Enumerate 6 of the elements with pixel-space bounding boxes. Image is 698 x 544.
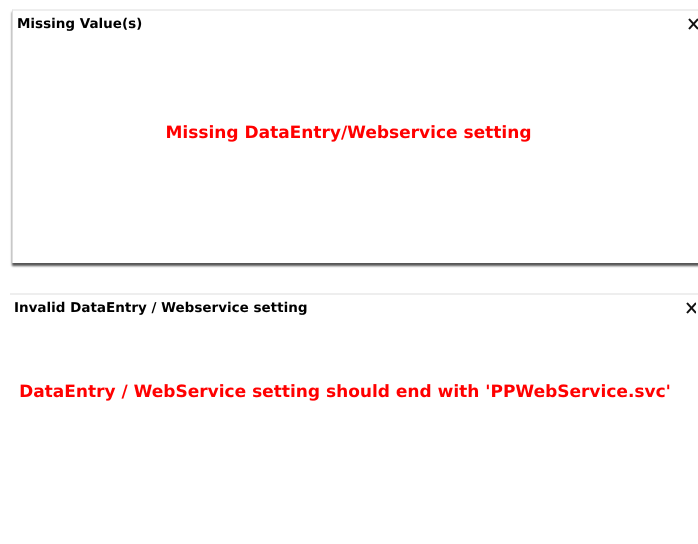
- error-message: Missing DataEntry/Webservice setting: [165, 122, 532, 142]
- close-icon[interactable]: [688, 18, 698, 30]
- dialog-title: Invalid DataEntry / Webservice setting: [14, 300, 308, 316]
- dialog-title: Missing Value(s): [17, 16, 142, 32]
- close-icon[interactable]: [686, 302, 696, 314]
- error-message: DataEntry / WebService setting should end with 'PPWebService.svc': [19, 382, 671, 402]
